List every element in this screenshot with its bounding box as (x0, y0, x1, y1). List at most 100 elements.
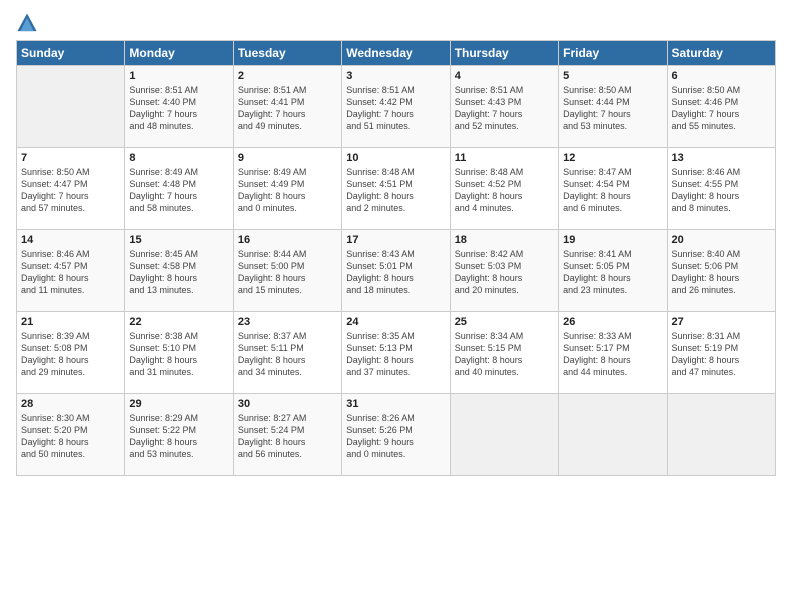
day-number: 18 (455, 234, 554, 246)
calendar-cell: 7Sunrise: 8:50 AM Sunset: 4:47 PM Daylig… (17, 148, 125, 230)
calendar-header-tuesday: Tuesday (233, 41, 341, 66)
day-info: Sunrise: 8:50 AM Sunset: 4:44 PM Dayligh… (563, 84, 662, 133)
day-info: Sunrise: 8:41 AM Sunset: 5:05 PM Dayligh… (563, 248, 662, 297)
day-number: 6 (672, 70, 771, 82)
day-number: 30 (238, 398, 337, 410)
day-number: 17 (346, 234, 445, 246)
day-info: Sunrise: 8:43 AM Sunset: 5:01 PM Dayligh… (346, 248, 445, 297)
day-number: 3 (346, 70, 445, 82)
calendar-cell: 2 Sunrise: 8:51 AM Sunset: 4:41 PM Daylig… (233, 66, 341, 148)
calendar-cell (450, 394, 558, 476)
calendar-cell: 29 Sunrise: 8:29 AM Sunset: 5:22 PM Dayli… (125, 394, 233, 476)
day-info: Sunrise: 8:42 AM Sunset: 5:03 PM Dayligh… (455, 248, 554, 297)
calendar-cell: 23 Sunrise: 8:37 AM Sunset: 5:11 PM Dayli… (233, 312, 341, 394)
logo-icon (16, 12, 38, 34)
calendar-cell: 31Sunrise: 8:26 AM Sunset: 5:26 PM Dayli… (342, 394, 450, 476)
calendar-cell: 6 Sunrise: 8:50 AM Sunset: 4:46 PM Daylig… (667, 66, 775, 148)
calendar-cell: 1Sunrise: 8:51 AM Sunset: 4:40 PM Daylig… (125, 66, 233, 148)
calendar-cell: 18 Sunrise: 8:42 AM Sunset: 5:03 PM Dayli… (450, 230, 558, 312)
day-info: Sunrise: 8:46 AM Sunset: 4:57 PM Dayligh… (21, 248, 120, 297)
calendar-cell: 27Sunrise: 8:31 AM Sunset: 5:19 PM Dayli… (667, 312, 775, 394)
day-number: 19 (563, 234, 662, 246)
calendar-cell: 9 Sunrise: 8:49 AM Sunset: 4:49 PM Daylig… (233, 148, 341, 230)
day-info: Sunrise: 8:34 AM Sunset: 5:15 PM Dayligh… (455, 330, 554, 379)
calendar-cell: 24 Sunrise: 8:35 AM Sunset: 5:13 PM Dayli… (342, 312, 450, 394)
day-number: 25 (455, 316, 554, 328)
day-info: Sunrise: 8:49 AM Sunset: 4:49 PM Dayligh… (238, 166, 337, 215)
day-info: Sunrise: 8:35 AM Sunset: 5:13 PM Dayligh… (346, 330, 445, 379)
day-info: Sunrise: 8:44 AM Sunset: 5:00 PM Dayligh… (238, 248, 337, 297)
day-number: 4 (455, 70, 554, 82)
day-number: 29 (129, 398, 228, 410)
day-info: Sunrise: 8:30 AM Sunset: 5:20 PM Dayligh… (21, 412, 120, 461)
day-number: 9 (238, 152, 337, 164)
day-number: 5 (563, 70, 662, 82)
day-number: 8 (129, 152, 228, 164)
calendar-cell: 10 Sunrise: 8:48 AM Sunset: 4:51 PM Dayli… (342, 148, 450, 230)
day-number: 12 (563, 152, 662, 164)
calendar-header-sunday: Sunday (17, 41, 125, 66)
calendar-cell: 15 Sunrise: 8:45 AM Sunset: 4:58 PM Dayli… (125, 230, 233, 312)
day-number: 10 (346, 152, 445, 164)
day-info: Sunrise: 8:33 AM Sunset: 5:17 PM Dayligh… (563, 330, 662, 379)
day-number: 28 (21, 398, 120, 410)
logo (16, 12, 40, 34)
calendar-cell: 21 Sunrise: 8:39 AM Sunset: 5:08 PM Dayli… (17, 312, 125, 394)
day-info: Sunrise: 8:45 AM Sunset: 4:58 PM Dayligh… (129, 248, 228, 297)
day-info: Sunrise: 8:26 AM Sunset: 5:26 PM Dayligh… (346, 412, 445, 461)
page: SundayMondayTuesdayWednesdayThursdayFrid… (0, 0, 792, 486)
calendar-cell: 11 Sunrise: 8:48 AM Sunset: 4:52 PM Dayli… (450, 148, 558, 230)
calendar-cell: 3 Sunrise: 8:51 AM Sunset: 4:42 PM Daylig… (342, 66, 450, 148)
calendar-cell: 8Sunrise: 8:49 AM Sunset: 4:48 PM Daylig… (125, 148, 233, 230)
day-info: Sunrise: 8:48 AM Sunset: 4:52 PM Dayligh… (455, 166, 554, 215)
calendar-cell: 16 Sunrise: 8:44 AM Sunset: 5:00 PM Dayli… (233, 230, 341, 312)
calendar-header-row: SundayMondayTuesdayWednesdayThursdayFrid… (17, 41, 776, 66)
calendar-cell: 30 Sunrise: 8:27 AM Sunset: 5:24 PM Dayli… (233, 394, 341, 476)
calendar-cell: 19 Sunrise: 8:41 AM Sunset: 5:05 PM Dayli… (559, 230, 667, 312)
day-number: 20 (672, 234, 771, 246)
day-info: Sunrise: 8:51 AM Sunset: 4:42 PM Dayligh… (346, 84, 445, 133)
calendar-cell (559, 394, 667, 476)
calendar-week-row: 7Sunrise: 8:50 AM Sunset: 4:47 PM Daylig… (17, 148, 776, 230)
calendar-header-friday: Friday (559, 41, 667, 66)
day-info: Sunrise: 8:48 AM Sunset: 4:51 PM Dayligh… (346, 166, 445, 215)
day-info: Sunrise: 8:38 AM Sunset: 5:10 PM Dayligh… (129, 330, 228, 379)
calendar-week-row: 28 Sunrise: 8:30 AM Sunset: 5:20 PM Dayli… (17, 394, 776, 476)
day-number: 13 (672, 152, 771, 164)
calendar-week-row: 1Sunrise: 8:51 AM Sunset: 4:40 PM Daylig… (17, 66, 776, 148)
calendar-cell: 17 Sunrise: 8:43 AM Sunset: 5:01 PM Dayli… (342, 230, 450, 312)
calendar-cell (17, 66, 125, 148)
day-number: 11 (455, 152, 554, 164)
day-number: 26 (563, 316, 662, 328)
calendar-cell: 28 Sunrise: 8:30 AM Sunset: 5:20 PM Dayli… (17, 394, 125, 476)
day-info: Sunrise: 8:27 AM Sunset: 5:24 PM Dayligh… (238, 412, 337, 461)
day-number: 22 (129, 316, 228, 328)
calendar-cell: 14 Sunrise: 8:46 AM Sunset: 4:57 PM Dayli… (17, 230, 125, 312)
day-number: 21 (21, 316, 120, 328)
calendar-header-wednesday: Wednesday (342, 41, 450, 66)
day-number: 7 (21, 152, 120, 164)
day-info: Sunrise: 8:51 AM Sunset: 4:41 PM Dayligh… (238, 84, 337, 133)
header (16, 12, 776, 34)
calendar-week-row: 21 Sunrise: 8:39 AM Sunset: 5:08 PM Dayli… (17, 312, 776, 394)
day-number: 23 (238, 316, 337, 328)
calendar-cell (667, 394, 775, 476)
day-info: Sunrise: 8:39 AM Sunset: 5:08 PM Dayligh… (21, 330, 120, 379)
day-info: Sunrise: 8:50 AM Sunset: 4:46 PM Dayligh… (672, 84, 771, 133)
day-info: Sunrise: 8:29 AM Sunset: 5:22 PM Dayligh… (129, 412, 228, 461)
day-number: 14 (21, 234, 120, 246)
day-number: 1 (129, 70, 228, 82)
day-number: 15 (129, 234, 228, 246)
day-info: Sunrise: 8:47 AM Sunset: 4:54 PM Dayligh… (563, 166, 662, 215)
calendar-week-row: 14 Sunrise: 8:46 AM Sunset: 4:57 PM Dayli… (17, 230, 776, 312)
day-info: Sunrise: 8:37 AM Sunset: 5:11 PM Dayligh… (238, 330, 337, 379)
day-number: 27 (672, 316, 771, 328)
calendar-header-thursday: Thursday (450, 41, 558, 66)
day-info: Sunrise: 8:40 AM Sunset: 5:06 PM Dayligh… (672, 248, 771, 297)
day-number: 24 (346, 316, 445, 328)
day-number: 2 (238, 70, 337, 82)
calendar-header-monday: Monday (125, 41, 233, 66)
calendar-header-saturday: Saturday (667, 41, 775, 66)
calendar-cell: 22 Sunrise: 8:38 AM Sunset: 5:10 PM Dayli… (125, 312, 233, 394)
day-number: 16 (238, 234, 337, 246)
